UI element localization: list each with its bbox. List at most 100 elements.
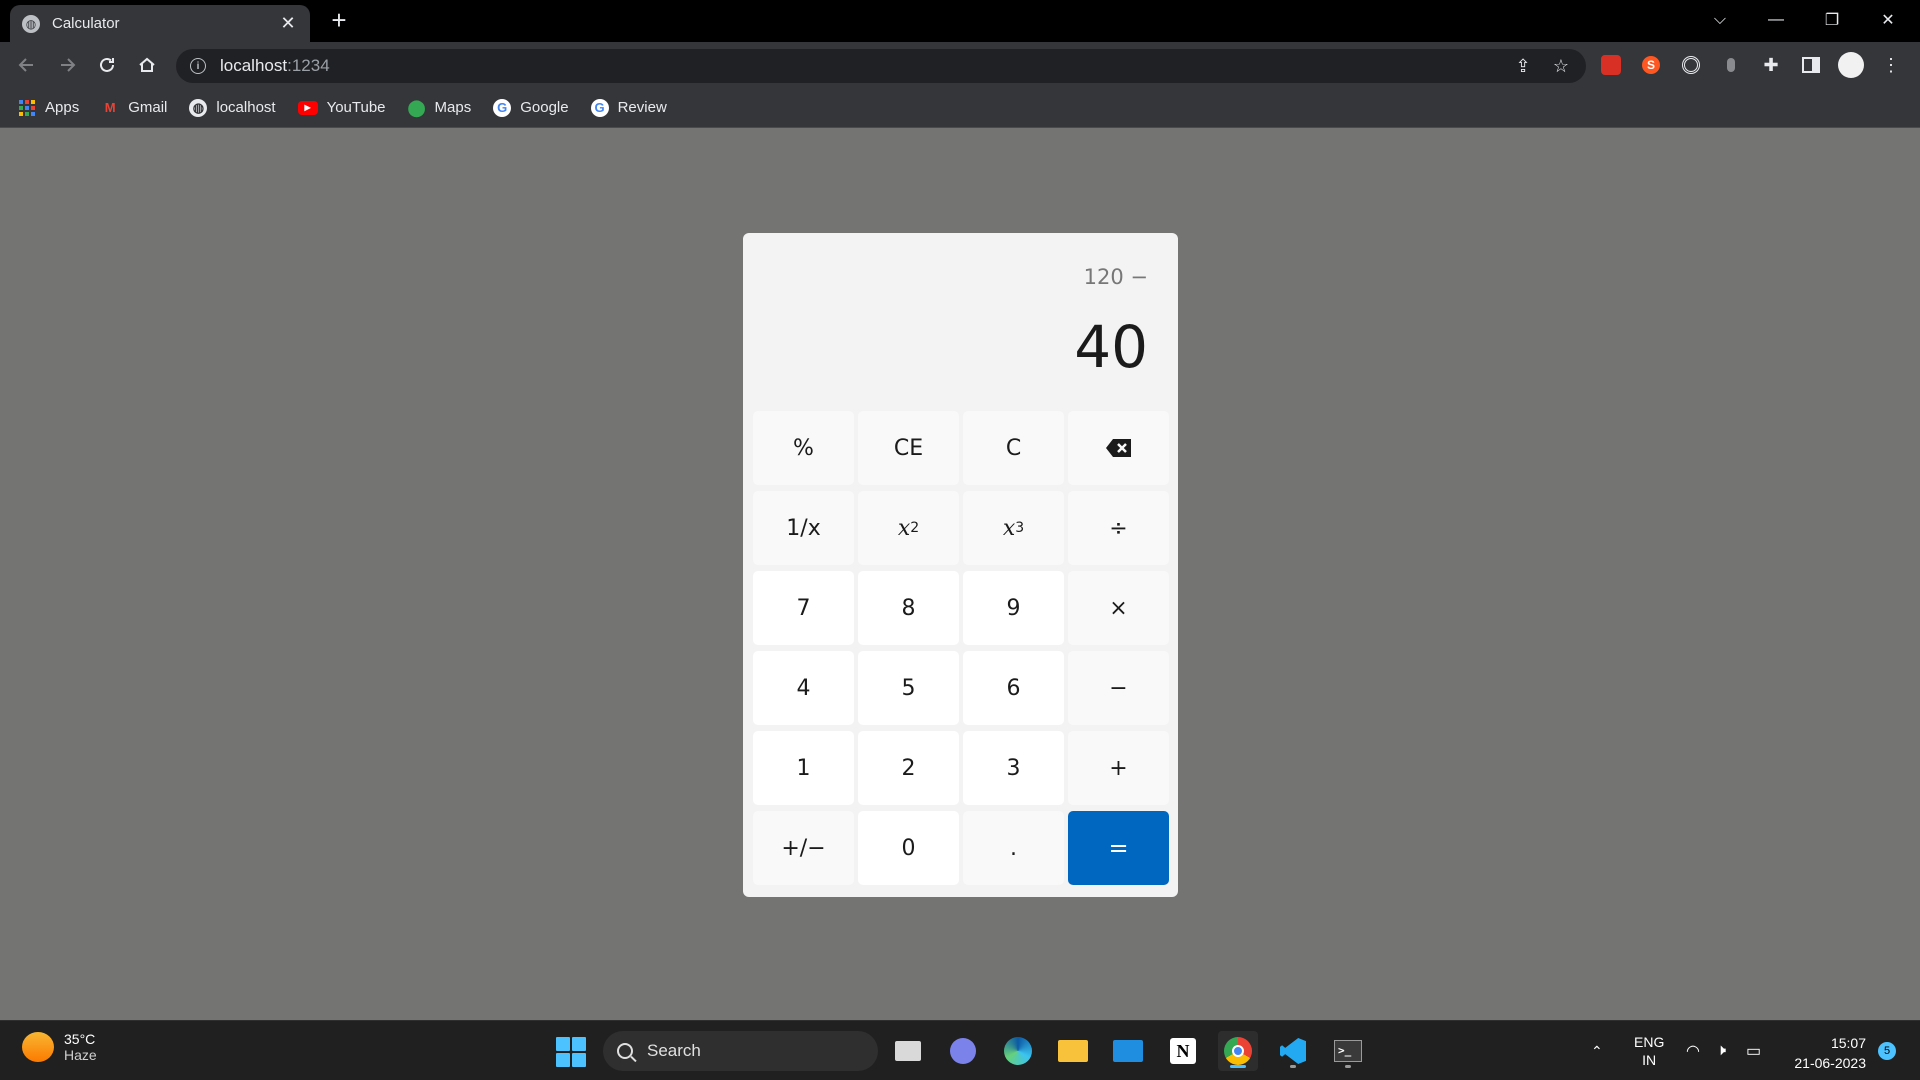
bookmark-star-icon[interactable]: ☆ xyxy=(1544,49,1578,83)
share-icon[interactable]: ⇪ xyxy=(1506,49,1540,83)
clear-entry-button[interactable]: CE xyxy=(858,411,959,485)
url-port: :1234 xyxy=(287,56,330,75)
digit-9-button[interactable]: 9 xyxy=(963,571,1064,645)
close-window-button[interactable]: ✕ xyxy=(1860,0,1916,40)
digit-1-button[interactable]: 1 xyxy=(753,731,854,805)
browser-toolbar: i localhost:1234 ⇪ ☆ S ✚ ⋮ xyxy=(0,42,1920,88)
language-indicator[interactable]: ENG IN xyxy=(1634,1021,1664,1080)
extension-mic-icon[interactable] xyxy=(1715,49,1747,81)
reload-button[interactable] xyxy=(91,49,123,81)
square-exponent: 2 xyxy=(910,520,920,536)
bookmark-review[interactable]: G Review xyxy=(590,98,667,117)
bookmark-youtube[interactable]: ▶ YouTube xyxy=(297,99,386,116)
extension-s-icon[interactable]: S xyxy=(1635,49,1667,81)
menu-kebab-icon[interactable]: ⋮ xyxy=(1875,49,1907,81)
bookmark-localhost[interactable]: ◍ localhost xyxy=(189,98,276,117)
digit-8-button[interactable]: 8 xyxy=(858,571,959,645)
bookmark-gmail[interactable]: M Gmail xyxy=(101,99,168,117)
keypad: % CE C 1/x x2 x3 ÷ 7 8 9 × 4 5 6 − 1 2 3… xyxy=(753,411,1169,885)
digit-6-button[interactable]: 6 xyxy=(963,651,1064,725)
negate-button[interactable]: +/− xyxy=(753,811,854,885)
digit-0-button[interactable]: 0 xyxy=(858,811,959,885)
reciprocal-button[interactable]: 1/x xyxy=(753,491,854,565)
notion-icon[interactable]: N xyxy=(1163,1031,1203,1071)
bookmark-apps[interactable]: Apps xyxy=(18,99,79,117)
percent-button[interactable]: % xyxy=(753,411,854,485)
extensions-puzzle-icon[interactable]: ✚ xyxy=(1755,49,1787,81)
new-tab-button[interactable]: + xyxy=(325,6,353,34)
globe-icon: ◍ xyxy=(22,14,40,33)
tab-calculator[interactable]: ◍ Calculator ✕ xyxy=(10,5,310,42)
divide-button[interactable]: ÷ xyxy=(1068,491,1169,565)
reload-icon xyxy=(100,57,114,72)
home-button[interactable] xyxy=(131,49,163,81)
active-indicator xyxy=(1230,1065,1246,1068)
cube-button[interactable]: x3 xyxy=(963,491,1064,565)
wifi-icon[interactable]: ◠ xyxy=(1686,1021,1700,1080)
bookmark-google[interactable]: G Google xyxy=(493,98,569,117)
terminal-icon[interactable]: >_ xyxy=(1328,1031,1368,1071)
bookmark-label: Apps xyxy=(45,99,80,116)
mail-icon[interactable] xyxy=(1108,1031,1148,1071)
backspace-button[interactable] xyxy=(1068,411,1169,485)
google-icon: G xyxy=(590,98,609,117)
weather-haze-icon xyxy=(22,1032,54,1062)
tab-search-dropdown-icon[interactable]: ⌵ xyxy=(1692,0,1748,40)
vscode-icon[interactable] xyxy=(1273,1031,1313,1071)
apps-grid-icon xyxy=(18,99,36,117)
maps-pin-icon: ⬤ xyxy=(407,99,426,117)
globe-icon: ◍ xyxy=(189,98,208,117)
url-host: localhost xyxy=(220,56,288,75)
show-hidden-icons-chevron-icon[interactable]: ⌃ xyxy=(1591,1021,1603,1080)
digit-3-button[interactable]: 3 xyxy=(963,731,1064,805)
system-clock[interactable]: 15:07 21-06-2023 xyxy=(1794,1033,1866,1073)
add-button[interactable]: + xyxy=(1068,731,1169,805)
digit-4-button[interactable]: 4 xyxy=(753,651,854,725)
teams-chat-icon[interactable] xyxy=(943,1031,983,1071)
bookmark-label: Review xyxy=(617,99,667,116)
digit-5-button[interactable]: 5 xyxy=(858,651,959,725)
taskbar-search[interactable]: Search xyxy=(603,1031,878,1071)
browser-titlebar: ◍ Calculator ✕ + ⌵ — ❐ ✕ xyxy=(0,0,1920,42)
edge-browser-icon[interactable] xyxy=(998,1031,1038,1071)
forward-button[interactable] xyxy=(51,49,83,81)
battery-charging-icon[interactable]: ▭ xyxy=(1746,1021,1761,1080)
restore-button[interactable]: ❐ xyxy=(1804,0,1860,40)
bookmark-label: Gmail xyxy=(128,99,168,116)
task-view-icon[interactable] xyxy=(888,1031,928,1071)
profile-avatar[interactable] xyxy=(1835,49,1867,81)
bookmark-maps[interactable]: ⬤ Maps xyxy=(408,99,472,117)
square-base: x xyxy=(897,515,911,541)
extension-red-icon[interactable] xyxy=(1595,49,1627,81)
side-panel-icon[interactable] xyxy=(1795,49,1827,81)
gmail-icon: M xyxy=(104,100,116,115)
clear-button[interactable]: C xyxy=(963,411,1064,485)
cube-exponent: 3 xyxy=(1015,520,1025,536)
site-info-icon[interactable]: i xyxy=(190,58,206,74)
volume-icon[interactable]: 🕨 xyxy=(1716,1021,1726,1080)
subtract-button[interactable]: − xyxy=(1068,651,1169,725)
square-button[interactable]: x2 xyxy=(858,491,959,565)
tab-close-icon[interactable]: ✕ xyxy=(278,13,298,34)
decimal-button[interactable]: . xyxy=(963,811,1064,885)
multiply-button[interactable]: × xyxy=(1068,571,1169,645)
address-bar[interactable]: i localhost:1234 ⇪ ☆ xyxy=(176,49,1586,83)
windows-start-icon[interactable] xyxy=(556,1037,586,1067)
minimize-button[interactable]: — xyxy=(1748,0,1804,40)
clock-time: 15:07 xyxy=(1830,1035,1866,1051)
file-explorer-icon[interactable] xyxy=(1053,1031,1093,1071)
digit-2-button[interactable]: 2 xyxy=(858,731,959,805)
backspace-icon xyxy=(1105,439,1131,457)
extension-target-icon[interactable] xyxy=(1675,49,1707,81)
chrome-icon[interactable] xyxy=(1218,1031,1258,1071)
bookmark-label: YouTube xyxy=(326,99,386,116)
digit-7-button[interactable]: 7 xyxy=(753,571,854,645)
search-icon xyxy=(617,1043,633,1059)
clock-date: 21-06-2023 xyxy=(1794,1055,1866,1071)
notification-badge[interactable]: 5 xyxy=(1878,1042,1896,1060)
weather-widget[interactable]: 35°C Haze xyxy=(22,1031,97,1063)
equals-button[interactable]: = xyxy=(1068,811,1169,885)
google-icon: G xyxy=(493,98,512,117)
search-label: Search xyxy=(647,1041,701,1060)
back-button[interactable] xyxy=(11,49,43,81)
